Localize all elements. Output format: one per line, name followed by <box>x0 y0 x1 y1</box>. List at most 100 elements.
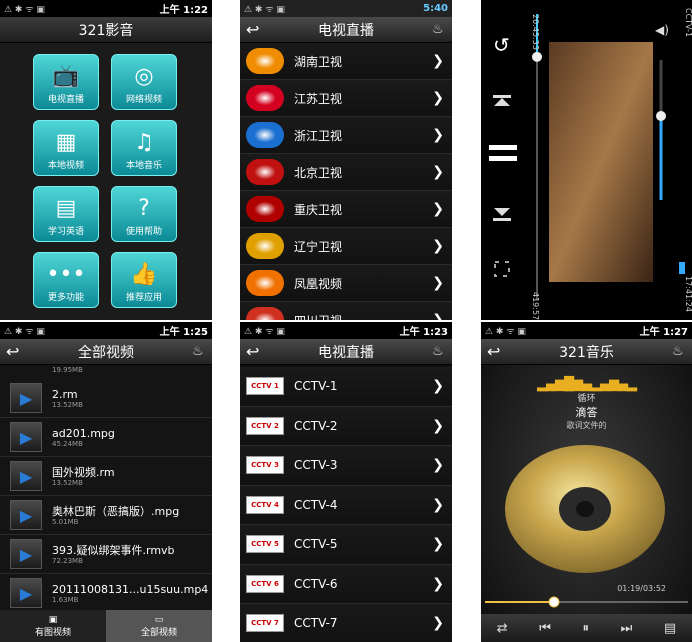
back-icon[interactable]: ↩ <box>246 343 268 361</box>
channel-row[interactable]: 湖南卫视 ❯ <box>240 43 452 80</box>
flame-icon: ♨ <box>432 344 444 359</box>
clock-label: 17:41:24 <box>684 276 692 312</box>
channel-row[interactable]: CCTV 7 CCTV-7 ❯ <box>240 604 452 642</box>
tile-label: 学习英语 <box>47 227 84 237</box>
chevron-right-icon: ❯ <box>432 90 444 106</box>
video-row[interactable]: ▶ ad201.mpg 45.24MB <box>0 418 212 457</box>
music-progress[interactable] <box>481 595 692 609</box>
pause-icon[interactable]: ⏸ <box>583 621 590 636</box>
tile-label: 本地视频 <box>47 161 84 171</box>
back-icon[interactable]: ↩ <box>6 343 28 361</box>
fullscreen-icon[interactable] <box>494 261 510 277</box>
video-frame[interactable] <box>549 42 653 282</box>
equalizer-icon: ▂▄▆█▆▄▂▄▆▄▂ <box>537 377 637 392</box>
tile-net-video[interactable]: ◎ 网络视频 <box>111 54 177 110</box>
progress-knob[interactable] <box>532 51 542 62</box>
video-size: 1.63MB <box>52 595 79 604</box>
skip-bottom-bar <box>493 218 511 221</box>
tab-all-videos[interactable]: ▭ 全部视频 <box>106 610 212 642</box>
channel-row[interactable]: 凤凰视频 ❯ <box>240 265 452 302</box>
tile-more[interactable]: ••• 更多功能 <box>33 252 99 308</box>
status-bar: ⚠ ✱ ᯤ ▣ 上午 1:25 <box>0 322 212 339</box>
channel-name: 辽宁卫视 <box>294 239 343 254</box>
chevron-right-icon: ❯ <box>432 417 444 434</box>
channel-name: 北京卫视 <box>294 165 343 180</box>
video-size: 72.23MB <box>52 556 83 565</box>
channel-row[interactable]: 北京卫视 ❯ <box>240 154 452 191</box>
video-size: 13.52MB <box>52 478 83 487</box>
more-icon: ••• <box>46 262 86 287</box>
time-readout: 01:19/03:52 <box>617 584 666 593</box>
video-row[interactable]: ▶ 奥林巴斯（恶搞版）.mpg 5.01MB <box>0 496 212 535</box>
tile-recommend[interactable]: 👍 推荐应用 <box>111 252 177 308</box>
channel-logo-icon <box>246 159 284 185</box>
playlist-icon[interactable]: ▤ <box>664 621 676 636</box>
tile-label: 使用帮助 <box>125 227 162 237</box>
tile-local-music[interactable]: ♫ 本地音乐 <box>111 120 177 176</box>
status-icons: ⚠ ✱ ᯤ ▣ <box>4 5 45 15</box>
pause-icon-bar-2 <box>489 156 517 161</box>
progress-knob[interactable] <box>548 596 560 608</box>
video-name: 393.疑似绑架事件.rmvb <box>52 543 175 557</box>
grid-icon: ▣ <box>48 614 58 625</box>
chevron-right-icon: ❯ <box>432 615 444 632</box>
channel-row[interactable]: CCTV 3 CCTV-3 ❯ <box>240 446 452 486</box>
video-row[interactable]: ▶ 国外视频.rm 13.52MB <box>0 457 212 496</box>
tile-local-video[interactable]: ▦ 本地视频 <box>33 120 99 176</box>
channel-logo-icon <box>246 233 284 259</box>
channel-row[interactable]: 辽宁卫视 ❯ <box>240 228 452 265</box>
skip-bottom-icon[interactable] <box>494 208 510 216</box>
status-icons: ⚠ ✱ ᯤ ▣ <box>244 327 285 337</box>
tile-help[interactable]: ? 使用帮助 <box>111 186 177 242</box>
rotate-icon[interactable]: ↺ <box>493 33 510 57</box>
channel-logo-icon <box>246 48 284 74</box>
channel-row[interactable]: CCTV 6 CCTV-6 ❯ <box>240 564 452 604</box>
video-name: 奥林巴斯（恶搞版）.mpg <box>52 504 180 518</box>
channel-row[interactable]: CCTV 1 CCTV-1 ❯ <box>240 367 452 407</box>
skip-top-icon[interactable] <box>493 95 511 98</box>
status-bar: ⚠ ✱ ᯤ ▣ 上午 1:22 <box>0 0 212 17</box>
pause-icon-bar-1[interactable] <box>489 145 517 150</box>
channel-row[interactable]: 浙江卫视 ❯ <box>240 117 452 154</box>
book-icon: ▤ <box>55 196 77 221</box>
tile-label: 更多功能 <box>47 293 84 303</box>
channel-name: 浙江卫视 <box>294 128 343 143</box>
status-bar: ⚠ ✱ ᯤ ▣ 5:40 <box>240 0 452 17</box>
previous-icon[interactable]: ⏮ <box>539 621 551 636</box>
channel-row[interactable]: CCTV 4 CCTV-4 ❯ <box>240 485 452 525</box>
video-row[interactable]: ▶ 20111008131...u15suu.mp4 1.63MB <box>0 574 212 613</box>
tile-tv-live[interactable]: 📺 电视直播 <box>33 54 99 110</box>
video-size: 45.24MB <box>52 439 83 448</box>
channel-name: 凤凰视频 <box>294 276 343 291</box>
flame-icon: ♨ <box>672 344 684 359</box>
channel-row[interactable]: CCTV 5 CCTV-5 ❯ <box>240 525 452 565</box>
channel-logo-icon <box>246 270 284 296</box>
channel-row[interactable]: CCTV 2 CCTV-2 ❯ <box>240 406 452 446</box>
status-icons: ⚠ ✱ ᯤ ▣ <box>244 5 285 15</box>
page-title: 321音乐 <box>559 344 614 361</box>
folder-icon: ▭ <box>154 614 164 625</box>
channel-row[interactable]: 四川卫视 ❯ <box>240 302 452 320</box>
help-icon: ? <box>138 196 150 221</box>
channel-name: CCTV-4 <box>294 497 338 512</box>
video-name: 2.rm <box>52 387 78 401</box>
channel-list: CCTV 1 CCTV-1 ❯ CCTV 2 CCTV-2 ❯ CCTV 3 CCTV-3 ❯ C… <box>240 365 452 642</box>
status-time: 上午 1:25 <box>159 327 208 338</box>
title-bar: ↩ 全部视频 ♨ <box>0 339 212 365</box>
back-icon[interactable]: ↩ <box>246 21 268 39</box>
channel-row[interactable]: 重庆卫视 ❯ <box>240 191 452 228</box>
music-icon: ♫ <box>134 130 154 155</box>
tab-thumbnail-videos[interactable]: ▣ 有图视频 <box>0 610 106 642</box>
back-icon[interactable]: ↩ <box>487 343 509 361</box>
channel-name: 重庆卫视 <box>294 202 343 217</box>
panel-player: ↺ 20:45:33 419:57:08 CCTV-1 17:41:24 ◀) <box>481 0 692 320</box>
next-icon[interactable]: ⏭ <box>621 621 633 636</box>
video-row[interactable]: ▶ 393.疑似绑架事件.rmvb 72.23MB <box>0 535 212 574</box>
channel-row[interactable]: 江苏卫视 ❯ <box>240 80 452 117</box>
volume-knob[interactable] <box>656 111 666 121</box>
tile-learn-english[interactable]: ▤ 学习英语 <box>33 186 99 242</box>
shuffle-icon[interactable]: ⇄ <box>497 621 508 636</box>
video-row[interactable]: ▶ 2.rm 13.52MB <box>0 379 212 418</box>
video-name: 20111008131...u15suu.mp4 <box>52 582 209 596</box>
tab-label: 全部视频 <box>140 627 177 638</box>
